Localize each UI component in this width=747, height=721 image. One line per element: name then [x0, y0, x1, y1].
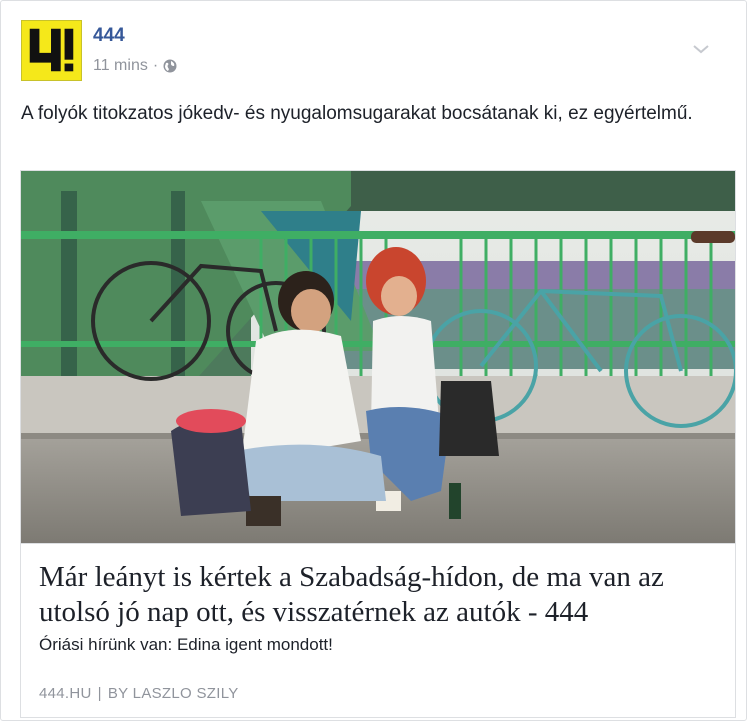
link-preview-card[interactable]: Már leányt is kértek a Szabadság-hídon, …: [20, 170, 736, 718]
feed-post: 444 11 mins · A folyók titokzatos jókedv…: [0, 0, 747, 721]
post-header: 444 11 mins ·: [21, 20, 721, 82]
meta-separator: ·: [152, 57, 159, 74]
article-title[interactable]: Már leányt is kértek a Szabadság-hídon, …: [39, 560, 719, 630]
article-photo[interactable]: [21, 171, 735, 543]
page-name-link[interactable]: 444: [93, 25, 125, 47]
globe-icon[interactable]: [163, 59, 177, 73]
article-byline: BY LASZLO SZILY: [107, 685, 239, 702]
timestamp-link[interactable]: 11 mins: [93, 57, 148, 75]
link-card-body: Már leányt is kértek a Szabadság-hídon, …: [21, 543, 735, 717]
page-avatar[interactable]: [21, 20, 82, 81]
chevron-down-icon[interactable]: [691, 42, 711, 56]
post-message: A folyók titokzatos jókedv- és nyugaloms…: [21, 103, 693, 124]
article-source: 444.HU | BY LASZLO SZILY: [39, 685, 239, 702]
post-meta: 11 mins ·: [93, 57, 177, 75]
article-description: Óriási hírünk van: Edina igent mondott!: [39, 635, 333, 654]
source-divider: |: [97, 685, 102, 702]
article-domain: 444.HU: [39, 685, 92, 702]
